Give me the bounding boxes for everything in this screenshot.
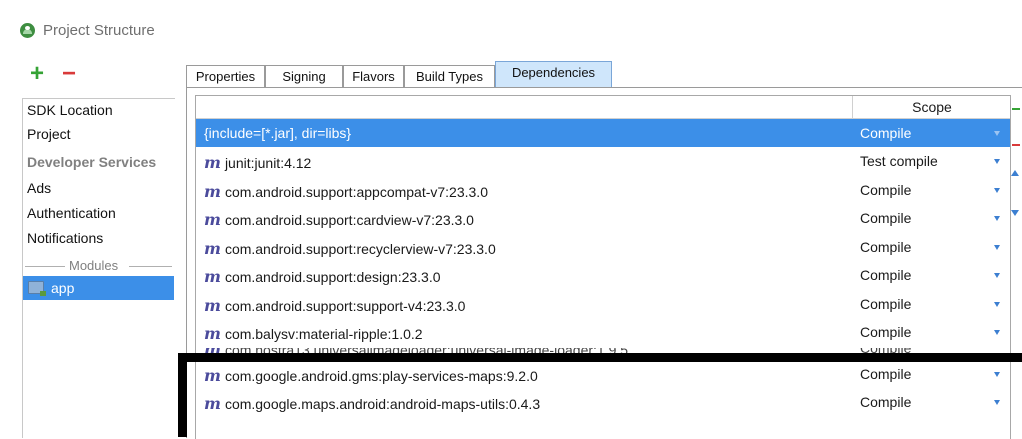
scope-dropdown-icon[interactable] (994, 372, 1000, 377)
dependency-name: m com.android.support:recyclerview-v7:23.… (204, 239, 496, 258)
dependency-name: m com.android.support:appcompat-v7:23.3.0 (204, 182, 488, 201)
table-row[interactable]: m com.android.support:recyclerview-v7:23.… (196, 233, 1010, 261)
table-row[interactable]: m com.google.maps.android:android-maps-ut… (196, 388, 1010, 416)
scope-dropdown-icon[interactable] (994, 188, 1000, 193)
developer-services-header: Developer Services (27, 154, 157, 170)
dependency-name-text: com.android.support:recyclerview-v7:23.3… (224, 241, 496, 257)
add-button[interactable]: + (30, 62, 44, 86)
table-row[interactable]: m com.nostra13.universalimageloader:unive… (196, 348, 1010, 360)
remove-button[interactable]: − (62, 62, 76, 86)
dependency-name: m junit:junit:4.12 (204, 153, 311, 172)
maven-library-icon: m (204, 153, 221, 172)
table-row[interactable]: m com.android.support:design:23.3.0 Compil… (196, 261, 1010, 289)
dependency-name-text: {include=[*.jar], dir=libs} (204, 125, 352, 141)
dependency-name: m com.android.support:support-v4:23.3.0 (204, 296, 465, 315)
table-row[interactable]: m junit:junit:4.12 Test compile (196, 147, 1010, 175)
scope-dropdown-icon[interactable] (994, 245, 1000, 250)
table-row[interactable]: {include=[*.jar], dir=libs} Compile (196, 119, 1010, 147)
scope-dropdown-icon[interactable] (994, 131, 1000, 136)
maven-library-icon: m (204, 182, 221, 201)
table-row[interactable]: m com.balysv:material-ripple:1.0.2 Compile (196, 318, 1010, 346)
structure-list: SDK Location Project Developer Services … (22, 98, 175, 438)
title-bar: Project Structure (0, 0, 1022, 56)
maven-library-icon: m (204, 296, 221, 315)
module-item-app[interactable]: app (23, 276, 174, 300)
scope-value[interactable]: Compile (860, 366, 911, 382)
scope-value[interactable]: Compile (860, 394, 911, 410)
module-folder-icon (28, 281, 46, 296)
table-row[interactable]: m com.android.support:cardview-v7:23.3.0 C… (196, 204, 1010, 232)
scope-value[interactable]: Compile (860, 348, 911, 356)
move-down-icon[interactable] (1011, 210, 1019, 216)
dependency-name-text: junit:junit:4.12 (224, 155, 312, 171)
scope-value[interactable]: Compile (860, 267, 911, 283)
nav-item-authentication[interactable]: Authentication (27, 205, 116, 221)
maven-library-icon: m (204, 348, 221, 359)
maven-library-icon: m (204, 324, 221, 343)
scope-value[interactable]: Compile (860, 239, 911, 255)
scope-value[interactable]: Compile (860, 324, 911, 340)
remove-dependency-icon[interactable] (1012, 144, 1020, 146)
dependency-name-text: com.android.support:appcompat-v7:23.3.0 (224, 184, 488, 200)
tab-properties[interactable]: Properties (186, 65, 265, 87)
left-pane: + − SDK Location Project Developer Servi… (0, 56, 175, 438)
dependency-name: m com.android.support:design:23.3.0 (204, 267, 441, 286)
dependency-name-text: com.google.maps.android:android-maps-uti… (224, 396, 541, 412)
tab-flavors[interactable]: Flavors (343, 65, 404, 87)
scope-dropdown-icon[interactable] (994, 273, 1000, 278)
maven-library-icon: m (204, 366, 221, 385)
table-row[interactable]: m com.android.support:support-v4:23.3.0 Co… (196, 290, 1010, 318)
scope-value[interactable]: Compile (860, 210, 911, 226)
android-studio-icon (20, 23, 35, 38)
nav-item-ads[interactable]: Ads (27, 180, 51, 196)
table-row[interactable]: m com.android.support:appcompat-v7:23.3.0… (196, 176, 1010, 204)
table-toolbar (1010, 100, 1022, 240)
scope-dropdown-icon[interactable] (994, 302, 1000, 307)
dependency-name-text: com.google.android.gms:play-services-map… (224, 368, 538, 384)
nav-item-sdk-location[interactable]: SDK Location (27, 102, 113, 118)
tab-build-types[interactable]: Build Types (404, 65, 495, 87)
window-title: Project Structure (43, 22, 155, 39)
maven-library-icon: m (204, 267, 221, 286)
tab-dependencies[interactable]: Dependencies (495, 61, 612, 87)
module-label: app (51, 280, 75, 296)
scope-dropdown-icon[interactable] (994, 400, 1000, 405)
dependency-name-text: com.android.support:support-v4:23.3.0 (224, 298, 466, 314)
dependency-name-text: com.nostra13.universalimageloader:univer… (224, 348, 629, 358)
scope-value[interactable]: Compile (860, 296, 911, 312)
scope-column-header[interactable]: Scope (852, 96, 1011, 118)
dependency-name: m com.google.android.gms:play-services-ma… (204, 366, 538, 385)
maven-library-icon: m (204, 210, 221, 229)
dependency-name: m com.android.support:cardview-v7:23.3.0 (204, 210, 474, 229)
dependency-name-text: com.balysv:material-ripple:1.0.2 (224, 326, 423, 342)
dependency-name: m com.balysv:material-ripple:1.0.2 (204, 324, 423, 343)
maven-library-icon: m (204, 394, 221, 413)
tab-signing[interactable]: Signing (265, 65, 343, 87)
dependency-name-text: com.android.support:design:23.3.0 (224, 269, 441, 285)
scope-dropdown-icon[interactable] (994, 330, 1000, 335)
add-dependency-icon[interactable] (1012, 108, 1020, 110)
dependencies-panel: Scope {include=[*.jar], dir=libs} Compile… (186, 87, 1022, 439)
scope-dropdown-icon[interactable] (994, 216, 1000, 221)
scope-value[interactable]: Test compile (860, 153, 938, 169)
maven-library-icon: m (204, 239, 221, 258)
scope-value[interactable]: Compile (860, 125, 911, 141)
move-up-icon[interactable] (1011, 170, 1019, 176)
nav-item-notifications[interactable]: Notifications (27, 230, 103, 246)
scope-value[interactable]: Compile (860, 182, 911, 198)
dependency-name-text: com.android.support:cardview-v7:23.3.0 (224, 212, 474, 228)
modules-label: Modules (69, 258, 119, 273)
dependency-name: m com.nostra13.universalimageloader:unive… (204, 348, 628, 359)
scope-dropdown-icon[interactable] (994, 159, 1000, 164)
dependency-name: {include=[*.jar], dir=libs} (204, 125, 351, 141)
dependencies-table: Scope {include=[*.jar], dir=libs} Compile… (195, 95, 1011, 439)
modules-separator: Modules (25, 258, 172, 274)
table-header: Scope (196, 96, 1010, 119)
table-row[interactable]: m com.google.android.gms:play-services-ma… (196, 360, 1010, 388)
nav-item-project[interactable]: Project (27, 126, 71, 142)
dependency-name: m com.google.maps.android:android-maps-ut… (204, 394, 540, 413)
